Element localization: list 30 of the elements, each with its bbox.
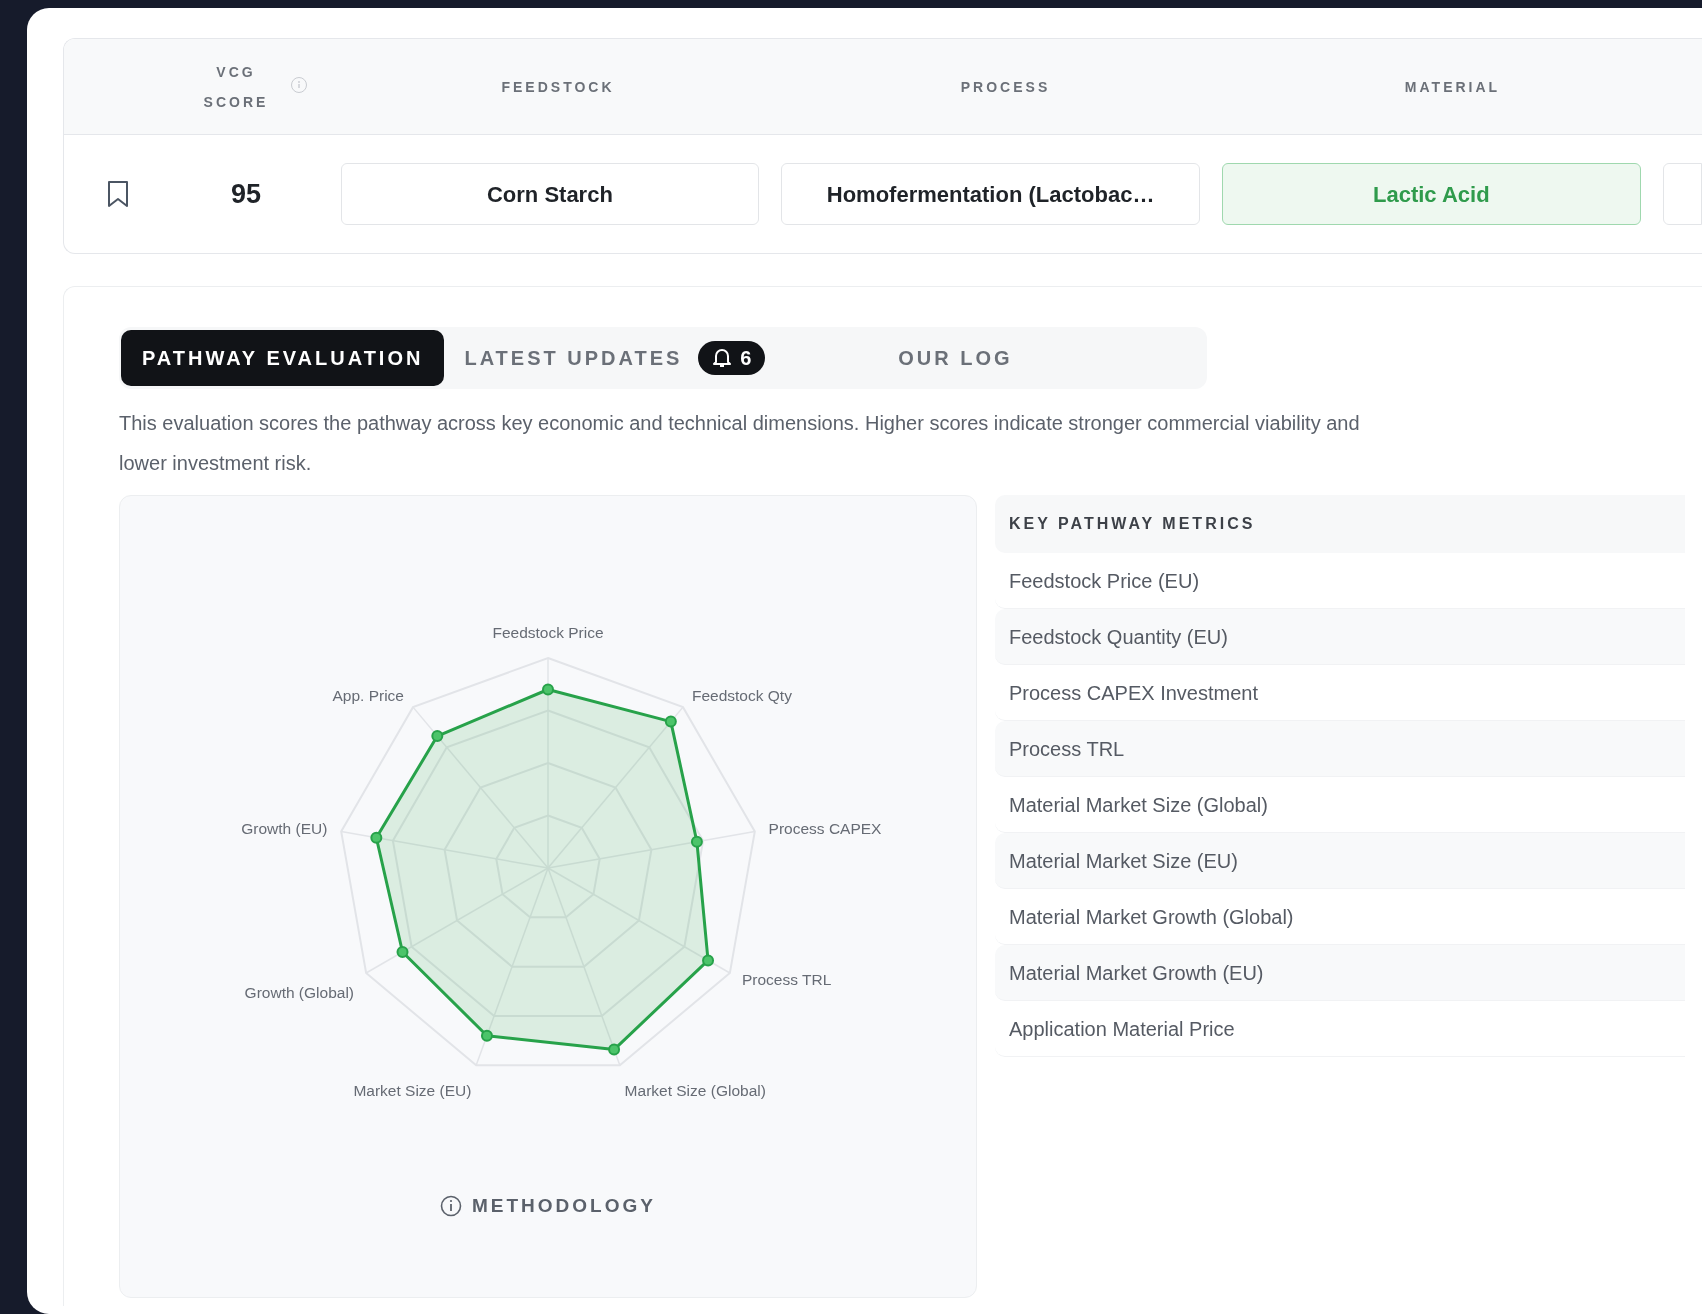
metric-row: Process TRL bbox=[995, 721, 1685, 777]
column-header: PROCESS bbox=[960, 77, 1051, 97]
column-header: MATERIAL bbox=[1404, 77, 1501, 97]
axis-label: Feedstock Qty bbox=[692, 687, 792, 705]
notification-badge: 6 bbox=[698, 341, 766, 375]
axis-label: Growth (EU) bbox=[241, 820, 328, 838]
pathway-cell[interactable]: Homofermentation (Lactobac… bbox=[781, 163, 1200, 225]
axis-label: Process TRL bbox=[742, 971, 832, 988]
pathway-cell[interactable]: Corn Starch bbox=[340, 163, 760, 225]
tab[interactable]: PATHWAY EVALUATION bbox=[121, 330, 445, 386]
score-value: 95 bbox=[230, 177, 261, 211]
metric-row: Material Market Growth (EU) bbox=[995, 945, 1685, 1001]
tab[interactable]: OUR LOG bbox=[785, 330, 1126, 386]
axis-label: App. Price bbox=[332, 687, 404, 705]
column-header: VCG SCORE bbox=[202, 62, 270, 112]
axis-label: Market Size (EU) bbox=[353, 1082, 472, 1100]
info-icon bbox=[440, 1195, 462, 1218]
bell-icon bbox=[712, 347, 733, 369]
description-text: This evaluation scores the pathway across key economic and technical dimensions. Higher scores indicate stronger commercial viability and lower investment risk. bbox=[119, 411, 1361, 476]
column-header: FEEDSTOCK bbox=[501, 77, 615, 97]
tab[interactable]: LATEST UPDATES 6 bbox=[444, 330, 786, 386]
metrics-header: KEY PATHWAY METRICS bbox=[995, 495, 1685, 553]
pathway-cell[interactable] bbox=[1662, 163, 1702, 225]
methodology-button[interactable]: METHODOLOGY bbox=[440, 1192, 656, 1221]
axis-label: Feedstock Price bbox=[492, 624, 604, 641]
axis-label: Market Size (Global) bbox=[624, 1082, 766, 1100]
metric-row: Material Market Size (EU) bbox=[995, 833, 1685, 889]
axis-label: Process CAPEX bbox=[768, 820, 882, 838]
metric-row: Feedstock Quantity (EU) bbox=[995, 609, 1685, 665]
axis-label: Growth (Global) bbox=[244, 984, 354, 1001]
